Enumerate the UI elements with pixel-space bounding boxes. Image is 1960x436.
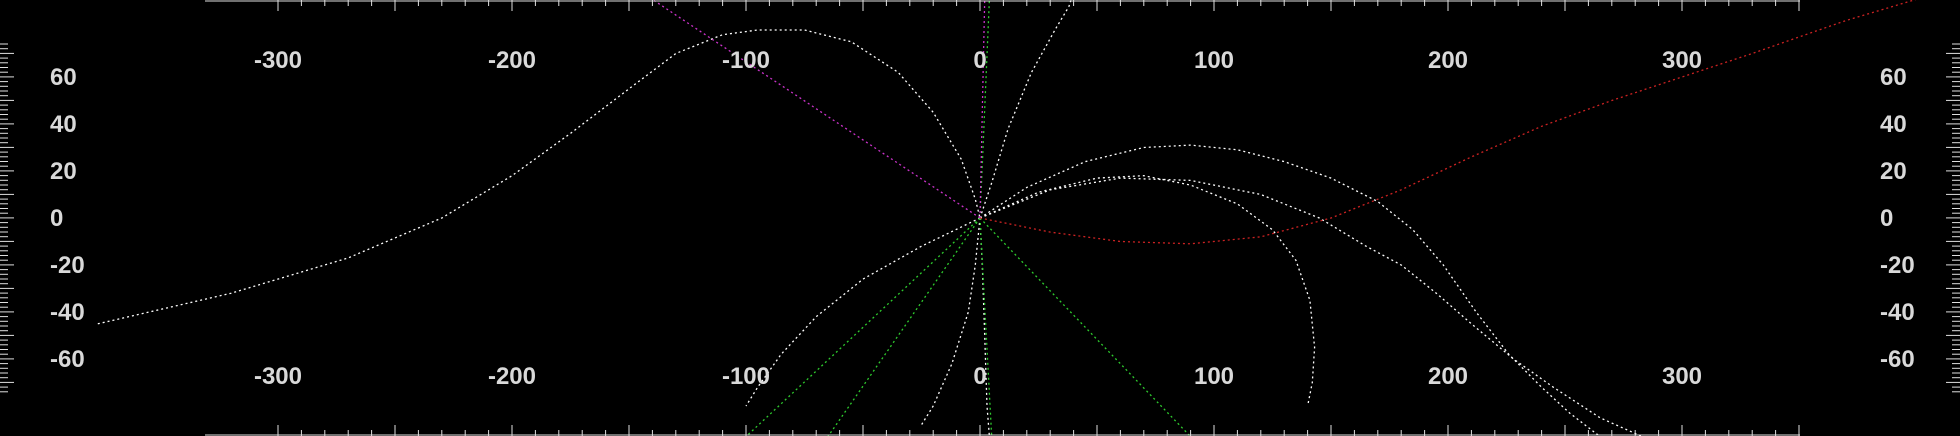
x-tick-label-top: -100: [722, 47, 770, 74]
x-tick-label-bottom: 300: [1662, 363, 1702, 390]
x-tick-label-top: 0: [973, 47, 986, 74]
y-tick-label-right: 20: [1880, 158, 1907, 185]
x-tick-label-top: 300: [1662, 47, 1702, 74]
x-tick-label-top: 100: [1194, 47, 1234, 74]
x-tick-label-bottom: -200: [488, 363, 536, 390]
y-tick-label-left: 60: [50, 64, 77, 91]
y-tick-label-right: -20: [1880, 252, 1915, 279]
x-tick-label-bottom: 100: [1194, 363, 1234, 390]
x-tick-label-top: -300: [254, 47, 302, 74]
y-tick-label-right: 60: [1880, 64, 1907, 91]
chart-plot: -300 -200 -100 0 100 200 300-300 -200 -100 0 100 20…: [0, 0, 1960, 436]
y-tick-label-right: 0: [1880, 205, 1893, 232]
y-tick-label-right: 40: [1880, 111, 1907, 138]
y-tick-label-left: -40: [50, 299, 85, 326]
x-tick-label-bottom: 200: [1428, 363, 1468, 390]
x-tick-label-bottom: -100: [722, 363, 770, 390]
y-tick-label-left: 20: [50, 158, 77, 185]
x-tick-label-top: -200: [488, 47, 536, 74]
y-tick-label-right: -40: [1880, 299, 1915, 326]
y-tick-label-right: -60: [1880, 346, 1915, 373]
x-tick-label-top: 200: [1428, 47, 1468, 74]
y-tick-label-left: 0: [50, 205, 63, 232]
y-tick-label-left: -20: [50, 252, 85, 279]
x-tick-label-bottom: -300: [254, 363, 302, 390]
x-tick-label-bottom: 0: [973, 363, 986, 390]
y-tick-label-left: 40: [50, 111, 77, 138]
y-tick-label-left: -60: [50, 346, 85, 373]
